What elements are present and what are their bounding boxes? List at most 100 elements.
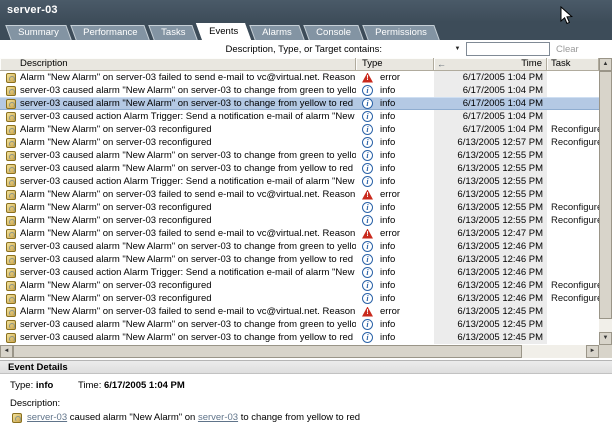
filter-input[interactable] — [466, 42, 550, 56]
column-header-task[interactable]: Task — [547, 58, 599, 71]
table-row[interactable]: server-03 caused action Alarm Trigger: S… — [0, 266, 599, 279]
tab-performance[interactable]: Performance — [70, 25, 150, 40]
table-row[interactable]: Alarm "New Alarm" on server-03 reconfigu… — [0, 136, 599, 149]
type-label: info — [380, 318, 395, 331]
row-description-cell: server-03 caused alarm "New Alarm" on se… — [0, 149, 356, 162]
table-row[interactable]: Alarm "New Alarm" on server-03 failed to… — [0, 305, 599, 318]
tab-label: Alarms — [263, 26, 293, 40]
table-row[interactable]: server-03 caused alarm "New Alarm" on se… — [0, 84, 599, 97]
tab-bar: SummaryPerformanceTasksEvents Alarms Conso… — [8, 23, 441, 40]
type-icon: i — [362, 111, 373, 122]
table-row[interactable]: Alarm "New Alarm" on server-03 reconfigu… — [0, 279, 599, 292]
server-link[interactable]: server-03 — [27, 412, 67, 423]
table-row[interactable]: server-03 caused alarm "New Alarm" on se… — [0, 149, 599, 162]
scroll-down-icon[interactable]: ▼ — [599, 332, 612, 345]
table-row[interactable]: Alarm "New Alarm" on server-03 failed to… — [0, 71, 599, 84]
details-description-text: server-03 caused alarm "New Alarm" on se… — [27, 412, 360, 423]
clear-button[interactable]: Clear — [556, 44, 579, 55]
type-icon: i — [362, 215, 373, 226]
table-row[interactable]: Alarm "New Alarm" on server-03 failed to… — [0, 227, 599, 240]
row-description-cell: Alarm "New Alarm" on server-03 reconfigu… — [0, 214, 356, 227]
row-description: Alarm "New Alarm" on server-03 reconfigu… — [20, 201, 356, 214]
column-header-description[interactable]: Description — [0, 58, 356, 71]
table-row[interactable]: Alarm "New Alarm" on server-03 reconfigu… — [0, 201, 599, 214]
table-row[interactable]: Alarm "New Alarm" on server-03 reconfigu… — [0, 214, 599, 227]
scroll-left-icon[interactable]: ◄ — [0, 345, 13, 358]
row-time: 6/13/2005 12:46 PM — [434, 292, 547, 305]
row-description: Alarm "New Alarm" on server-03 reconfigu… — [20, 136, 356, 149]
row-type-cell: i info — [356, 318, 434, 331]
row-time: 6/13/2005 12:55 PM — [434, 175, 547, 188]
horizontal-scrollbar-thumb[interactable] — [13, 345, 522, 358]
vertical-scrollbar-thumb[interactable] — [599, 71, 612, 319]
table-row[interactable]: server-03 caused action Alarm Trigger: S… — [0, 110, 599, 123]
row-description: Alarm "New Alarm" on server-03 reconfigu… — [20, 214, 356, 227]
event-icon — [6, 164, 16, 174]
column-header-type[interactable]: Type — [356, 58, 434, 71]
table-row[interactable]: server-03 caused alarm "New Alarm" on se… — [0, 162, 599, 175]
tab-summary[interactable]: Summary — [5, 25, 71, 40]
filter-dropdown-icon[interactable]: ▼ — [452, 45, 463, 54]
event-icon — [6, 281, 16, 291]
type-icon: ! — [362, 190, 373, 200]
row-time: 6/13/2005 12:45 PM — [434, 318, 547, 331]
column-header-time[interactable]: ← Time — [434, 58, 547, 71]
tab-label: Console — [316, 26, 351, 40]
row-task — [547, 305, 599, 318]
event-icon — [6, 203, 16, 213]
row-description: server-03 caused action Alarm Trigger: S… — [20, 266, 356, 279]
table-row[interactable]: Alarm "New Alarm" on server-03 reconfigu… — [0, 292, 599, 305]
table-row[interactable]: server-03 caused alarm "New Alarm" on se… — [0, 240, 599, 253]
table-row[interactable]: Alarm "New Alarm" on server-03 failed to… — [0, 188, 599, 201]
type-label: info — [380, 292, 395, 305]
tab-tasks[interactable]: Tasks — [148, 25, 198, 40]
row-time: 6/13/2005 12:55 PM — [434, 188, 547, 201]
row-time: 6/13/2005 12:46 PM — [434, 266, 547, 279]
table-row[interactable]: server-03 caused alarm "New Alarm" on se… — [0, 331, 599, 344]
event-icon — [6, 216, 16, 226]
row-type-cell: ! error — [356, 188, 434, 201]
row-description: Alarm "New Alarm" on server-03 failed to… — [20, 305, 356, 318]
type-label: info — [380, 97, 395, 110]
tab-events[interactable]: Events — [196, 23, 251, 40]
type-label: info — [380, 175, 395, 188]
server-link[interactable]: server-03 — [198, 412, 238, 423]
table-row[interactable]: server-03 caused alarm "New Alarm" on se… — [0, 253, 599, 266]
row-task — [547, 162, 599, 175]
table-row[interactable]: server-03 caused action Alarm Trigger: S… — [0, 175, 599, 188]
type-label: info — [380, 279, 395, 292]
row-time: 6/13/2005 12:47 PM — [434, 227, 547, 240]
type-icon: i — [362, 137, 373, 148]
row-task — [547, 227, 599, 240]
table-header: Description Type ← Time Task — [0, 58, 599, 71]
row-description-cell: Alarm "New Alarm" on server-03 failed to… — [0, 188, 356, 201]
row-task — [547, 175, 599, 188]
row-type-cell: i info — [356, 201, 434, 214]
row-type-cell: i info — [356, 149, 434, 162]
details-type-time-line: Type: info Time: 6/17/2005 1:04 PM — [10, 380, 185, 391]
row-description-cell: Alarm "New Alarm" on server-03 reconfigu… — [0, 123, 356, 136]
tab-alarms[interactable]: Alarms — [250, 25, 305, 40]
type-icon: i — [362, 267, 373, 278]
horizontal-scrollbar[interactable]: ◄ ► — [0, 345, 599, 358]
scroll-up-icon[interactable]: ▲ — [599, 58, 612, 71]
scroll-right-icon[interactable]: ► — [586, 345, 599, 358]
type-label: info — [380, 123, 395, 136]
vertical-scrollbar[interactable]: ▲ ▼ — [599, 58, 612, 345]
tab-permissions[interactable]: Permissions — [362, 25, 439, 40]
row-description: Alarm "New Alarm" on server-03 reconfigu… — [20, 279, 356, 292]
tab-console[interactable]: Console — [303, 25, 363, 40]
row-time: 6/13/2005 12:57 PM — [434, 136, 547, 149]
table-row[interactable]: server-03 caused alarm "New Alarm" on se… — [0, 97, 599, 110]
row-description: server-03 caused alarm "New Alarm" on se… — [20, 162, 356, 175]
row-description-cell: server-03 caused action Alarm Trigger: S… — [0, 110, 356, 123]
row-description-cell: server-03 caused alarm "New Alarm" on se… — [0, 84, 356, 97]
details-type-label: Type: — [10, 380, 33, 391]
row-type-cell: i info — [356, 331, 434, 344]
table-row[interactable]: server-03 caused alarm "New Alarm" on se… — [0, 318, 599, 331]
row-description: server-03 caused action Alarm Trigger: S… — [20, 110, 356, 123]
type-label: error — [380, 305, 400, 318]
table-row[interactable]: Alarm "New Alarm" on server-03 reconfigu… — [0, 123, 599, 136]
row-description-cell: Alarm "New Alarm" on server-03 failed to… — [0, 227, 356, 240]
type-label: info — [380, 240, 395, 253]
